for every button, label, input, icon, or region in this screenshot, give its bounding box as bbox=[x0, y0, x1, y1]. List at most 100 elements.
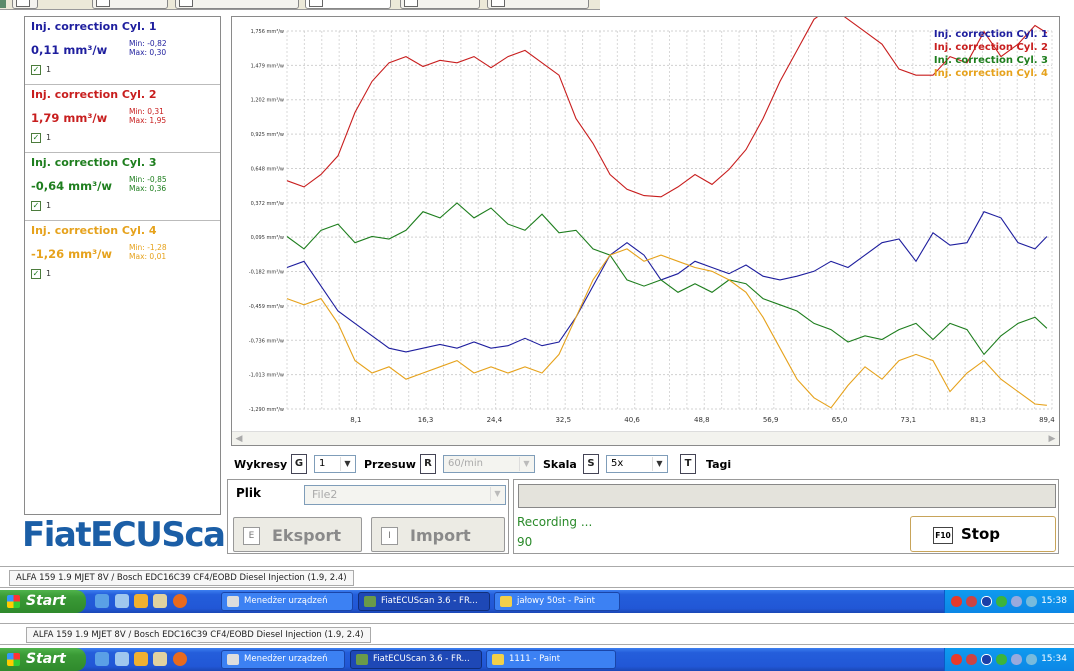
taskbar-item-paint[interactable]: 1111 - Paint bbox=[486, 650, 616, 669]
taskbar-item-device-manager[interactable]: Menedżer urządzeń bbox=[221, 650, 345, 669]
stop-button[interactable]: F10 Stop bbox=[910, 516, 1056, 552]
wykresy-select[interactable]: 1 ▼ bbox=[314, 455, 356, 473]
chevron-down-icon[interactable]: ▼ bbox=[340, 457, 354, 471]
przesuw-select-value: 60/min bbox=[448, 458, 483, 469]
cylinder-item: Inj. correction Cyl. 4 -1,26 mm³/w Min: … bbox=[25, 221, 220, 289]
fiatecuscan-icon bbox=[364, 596, 376, 607]
connection-icon[interactable] bbox=[1011, 654, 1022, 665]
przesuw-select: 60/min ▼ bbox=[443, 455, 535, 473]
task-label: Menedżer urządzeń bbox=[244, 654, 328, 664]
wykresy-key[interactable]: G bbox=[291, 454, 307, 474]
cylinder-checkbox[interactable]: ✓ bbox=[31, 201, 41, 211]
tray-clock: 15:38 bbox=[1041, 596, 1067, 606]
network-icon[interactable] bbox=[966, 654, 977, 665]
cylinder-item: Inj. correction Cyl. 3 -0,64 mm³/w Min: … bbox=[25, 153, 220, 221]
tab-1[interactable] bbox=[12, 0, 38, 9]
paint-icon bbox=[500, 596, 512, 607]
cylinder-value: -1,26 mm³/w bbox=[31, 247, 112, 261]
tray-clock: 15:34 bbox=[1041, 654, 1067, 664]
taskbar-item-fiatecuscan[interactable]: FiatECUScan 3.6 - FR... bbox=[358, 592, 490, 611]
tab-3[interactable] bbox=[175, 0, 299, 9]
przesuw-label: Przesuw bbox=[364, 458, 416, 471]
y-tick-label: -1,290 mm³/w bbox=[249, 407, 284, 413]
window-title-tab[interactable]: ALFA 159 1.9 MJET 8V / Bosch EDC16C39 CF… bbox=[9, 570, 354, 586]
bluetooth-icon[interactable] bbox=[981, 654, 992, 665]
series-line bbox=[286, 248, 1047, 409]
file-label: Plik bbox=[236, 486, 262, 500]
taskbar-item-device-manager[interactable]: Menedżer urządzeń bbox=[221, 592, 353, 611]
ie-icon[interactable] bbox=[95, 652, 109, 666]
export-button[interactable]: E Eksport bbox=[233, 517, 362, 552]
taskbar-item-fiatecuscan[interactable]: FiatECUScan 3.6 - FR... bbox=[350, 650, 482, 669]
skala-select-value: 5x bbox=[611, 458, 624, 469]
y-tick-label: -1,013 mm³/w bbox=[249, 373, 284, 379]
messenger-icon[interactable] bbox=[134, 652, 148, 666]
start-button[interactable]: Start bbox=[0, 648, 86, 671]
x-tick-label: 81,3 bbox=[970, 416, 986, 424]
tagi-key[interactable]: T bbox=[680, 454, 696, 474]
folder-icon[interactable] bbox=[153, 594, 167, 608]
series-line bbox=[286, 202, 1048, 356]
cylinder-checkbox[interactable]: ✓ bbox=[31, 269, 41, 279]
przesuw-key[interactable]: R bbox=[420, 454, 436, 474]
folder-icon[interactable] bbox=[153, 652, 167, 666]
file-select: File2 ▼ bbox=[304, 485, 506, 505]
media-icon[interactable] bbox=[115, 594, 129, 608]
x-tick-label: 32,5 bbox=[555, 416, 571, 424]
device-manager-icon bbox=[227, 596, 239, 607]
y-tick-label: -0,736 mm³/w bbox=[249, 338, 284, 344]
app-logo: FiatECUScan bbox=[22, 515, 249, 555]
tab-2[interactable] bbox=[92, 0, 168, 9]
cylinder-checkbox[interactable]: ✓ bbox=[31, 65, 41, 75]
window-title-tab[interactable]: ALFA 159 1.9 MJET 8V / Bosch EDC16C39 CF… bbox=[26, 627, 371, 643]
import-button[interactable]: I Import bbox=[371, 517, 505, 552]
media-icon[interactable] bbox=[115, 652, 129, 666]
chart-panel: 1,756 mm³/w 1,479 mm³/w 1,202 mm³/w 0,925 m… bbox=[231, 16, 1060, 446]
antivirus-icon[interactable] bbox=[951, 596, 962, 607]
tab-key-icon bbox=[404, 0, 418, 7]
cylinder-item: Inj. correction Cyl. 1 0,11 mm³/w Min: -… bbox=[25, 17, 220, 85]
chart-scrollbar[interactable]: ◀ ▶ bbox=[232, 431, 1059, 445]
file-select-value: File2 bbox=[312, 488, 338, 501]
update-icon[interactable] bbox=[996, 654, 1007, 665]
firefox-icon[interactable] bbox=[173, 652, 187, 666]
messenger-icon[interactable] bbox=[134, 594, 148, 608]
tab-6[interactable] bbox=[487, 0, 589, 9]
parameter-panel: Inj. correction Cyl. 1 0,11 mm³/w Min: -… bbox=[24, 16, 221, 515]
y-tick-label: -0,182 mm³/w bbox=[249, 270, 284, 276]
taskbar-item-paint[interactable]: jałowy 50st - Paint bbox=[494, 592, 620, 611]
speaker-icon[interactable] bbox=[1026, 654, 1037, 665]
cylinder-value: -0,64 mm³/w bbox=[31, 179, 112, 193]
bluetooth-icon[interactable] bbox=[981, 596, 992, 607]
speaker-icon[interactable] bbox=[1026, 596, 1037, 607]
start-button[interactable]: Start bbox=[0, 590, 86, 613]
fiatecuscan-icon bbox=[356, 654, 368, 665]
windows-taskbar: Start Menedżer urządzeń FiatECUScan 3.6 … bbox=[0, 648, 1074, 671]
connection-icon[interactable] bbox=[1011, 596, 1022, 607]
cylinder-checkbox[interactable]: ✓ bbox=[31, 133, 41, 143]
skala-select[interactable]: 5x ▼ bbox=[606, 455, 668, 473]
antivirus-icon[interactable] bbox=[951, 654, 962, 665]
skala-key[interactable]: S bbox=[583, 454, 599, 474]
app-icon bbox=[0, 0, 6, 8]
x-tick-label: 16,3 bbox=[418, 416, 434, 424]
task-label: FiatECUScan 3.6 - FR... bbox=[373, 654, 470, 664]
import-key: I bbox=[381, 527, 398, 545]
cylinder-minmax: Min: -1,28 Max: 0,01 bbox=[129, 243, 167, 261]
x-tick-label: 56,9 bbox=[763, 416, 779, 424]
tab-graphs[interactable] bbox=[305, 0, 391, 9]
y-tick-label: 0,925 mm³/w bbox=[251, 132, 284, 138]
tab-key-icon bbox=[179, 0, 193, 7]
scroll-left-icon[interactable]: ◀ bbox=[234, 434, 244, 444]
update-icon[interactable] bbox=[996, 596, 1007, 607]
chevron-down-icon[interactable]: ▼ bbox=[652, 457, 666, 471]
firefox-icon[interactable] bbox=[173, 594, 187, 608]
cylinder-minmax: Min: -0,85 Max: 0,36 bbox=[129, 175, 167, 193]
ie-icon[interactable] bbox=[95, 594, 109, 608]
recording-progress-bar bbox=[518, 484, 1056, 508]
network-icon[interactable] bbox=[966, 596, 977, 607]
tab-5[interactable] bbox=[400, 0, 480, 9]
x-tick-label: 40,6 bbox=[624, 416, 640, 424]
legend-entry: Inj. correction Cyl. 3 bbox=[934, 55, 1048, 66]
scroll-right-icon[interactable]: ▶ bbox=[1047, 434, 1057, 444]
